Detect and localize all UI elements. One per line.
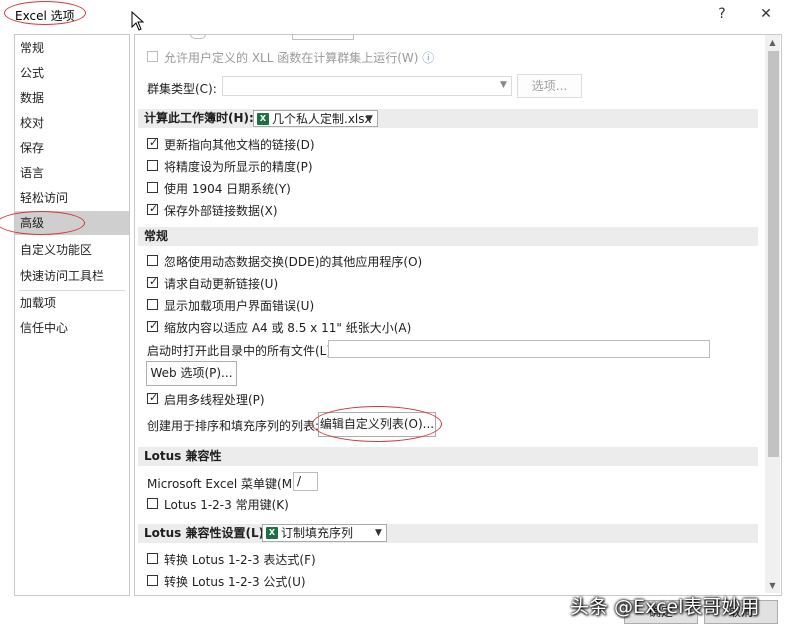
ask-update-checkbox[interactable]: ✓ [147,275,159,288]
checkmark-icon: ✓ [149,136,159,149]
scale-a4-checkbox[interactable]: ✓ [147,319,159,332]
sidebar-item-customize-ribbon[interactable]: 自定义功能区 [15,238,129,262]
multithread-label: 启用多线程处理(P) [164,393,265,407]
cluster-type-select[interactable]: ▼ [222,76,512,96]
sidebar-item-trust-center[interactable]: 信任中心 [15,316,129,340]
menu-key-value: / [297,474,302,488]
lotus-section-header: Lotus 兼容性 [138,447,758,466]
title-annotation-oval [4,1,86,25]
sidebar: 常规 公式 数据 校对 保存 语言 轻松访问 高级 自定义功能区 快速访问工具栏… [14,34,130,596]
save-external-checkbox[interactable]: ✓ [147,202,159,215]
precision-checkbox[interactable] [147,160,158,171]
sidebar-item-formulas[interactable]: 公式 [15,61,129,85]
addin-errors-label: 显示加载项用户界面错误(U) [164,299,315,313]
close-button[interactable]: ✕ [757,5,775,23]
update-links-checkbox[interactable]: ✓ [147,136,159,149]
scale-a4-label: 缩放内容以适应 A4 或 8.5 x 11" 纸张大小(A) [164,321,412,335]
date1904-label: 使用 1904 日期系统(Y) [164,182,291,196]
ignore-dde-label: 忽略使用动态数据交换(DDE)的其他应用程序(O) [164,255,423,269]
startup-folder-input[interactable] [328,340,710,358]
lotus-formula-checkbox[interactable] [147,575,158,586]
title-bar [0,0,788,30]
worksheet-icon: X [266,527,278,539]
general-section-title: 常规 [144,229,169,243]
watermark-text: 头条 @Excel表哥妙用 [570,596,760,618]
web-options-button[interactable]: Web 选项(P)... [146,361,237,386]
xll-label: 允许用户定义的 XLL 函数在计算群集上运行(W) [164,51,419,65]
lotus-settings-section-header: Lotus 兼容性设置(L): [138,524,758,543]
lotus-sheet-name: 订制填充序列 [281,526,354,540]
precision-label: 将精度设为所显示的精度(P) [164,160,313,174]
custom-list-label: 创建用于排序和填充序列的列表: [147,419,320,433]
sidebar-item-quick-access[interactable]: 快速访问工具栏 [15,264,129,288]
workbook-select[interactable]: X 几个私人定制.xlsx ▼ [253,110,378,127]
sidebar-item-data[interactable]: 数据 [15,86,129,110]
lotus-settings-section-title: Lotus 兼容性设置(L): [144,526,269,540]
sidebar-item-save[interactable]: 保存 [15,136,129,160]
checkmark-icon: ✓ [149,319,159,332]
chevron-down-icon: ▼ [366,114,373,124]
startup-folder-label: 启动时打开此目录中的所有文件(L): [147,344,336,358]
lotus-formula-label: 转换 Lotus 1-2-3 公式(U) [164,575,306,589]
checkmark-icon: ✓ [149,202,159,215]
lotus-nav-keys-checkbox[interactable] [147,498,158,509]
info-icon: ⓘ [422,51,435,65]
workbook-section-title: 计算此工作簿时(H): [144,111,254,125]
save-external-label: 保存外部链接数据(X) [164,204,278,218]
sidebar-item-language[interactable]: 语言 [15,161,129,185]
lotus-sheet-select[interactable]: X 订制填充序列 ▼ [262,524,387,542]
partial-radio [190,34,206,39]
cluster-options-button[interactable]: 选项... [517,74,582,98]
checkmark-icon: ✓ [149,275,159,288]
update-links-label: 更新指向其他文档的链接(D) [164,138,315,152]
sidebar-item-accessibility[interactable]: 轻松访问 [15,186,129,210]
chevron-down-icon: ▼ [500,80,507,90]
checkmark-icon: ✓ [149,391,159,404]
menu-key-input[interactable]: / [293,472,318,491]
lotus-nav-keys-label: Lotus 1-2-3 常用键(K) [164,498,289,512]
menu-key-label: Microsoft Excel 菜单键(M): [147,477,301,491]
advanced-annotation-oval [0,211,85,235]
mouse-cursor-icon [131,11,145,31]
addin-errors-checkbox[interactable] [147,299,158,310]
sidebar-item-general[interactable]: 常规 [15,36,129,60]
lotus-expr-checkbox[interactable] [147,553,158,564]
general-section-header: 常规 [138,227,758,246]
workbook-section-header: 计算此工作簿时(H): [138,109,758,128]
custom-list-annotation-oval [312,406,442,442]
help-button[interactable]: ? [713,5,731,23]
xll-checkbox[interactable] [147,51,158,62]
sidebar-item-proofing[interactable]: 校对 [15,111,129,135]
cluster-type-label: 群集类型(C): [147,82,217,96]
date1904-checkbox[interactable] [147,182,158,193]
scroll-down-icon[interactable]: ▼ [765,578,780,593]
ask-update-label: 请求自动更新链接(U) [164,277,279,291]
lotus-section-title: Lotus 兼容性 [144,449,222,463]
workbook-name: 几个私人定制.xlsx [272,112,372,126]
partial-field [292,34,354,40]
scroll-up-icon[interactable]: ▲ [765,35,780,50]
multithread-checkbox[interactable]: ✓ [147,391,159,404]
sidebar-item-addins[interactable]: 加载项 [15,291,129,315]
chevron-down-icon: ▼ [375,528,382,538]
excel-file-icon: X [257,113,269,125]
ignore-dde-checkbox[interactable] [147,255,158,266]
scrollbar-thumb[interactable] [768,51,779,457]
lotus-expr-label: 转换 Lotus 1-2-3 表达式(F) [164,553,316,567]
